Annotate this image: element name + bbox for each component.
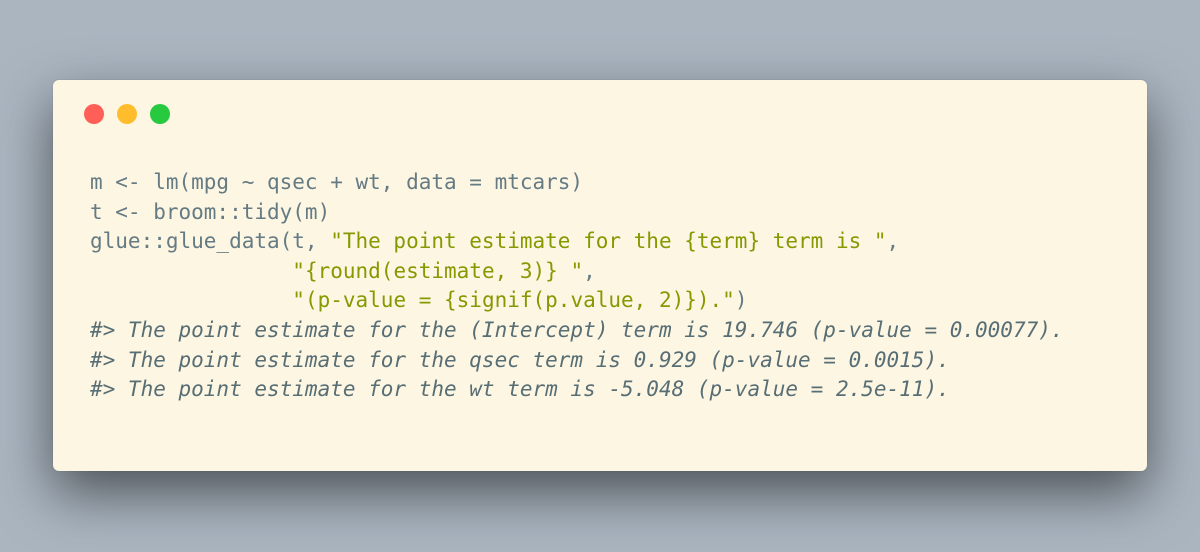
string-literal: "The point estimate for the {term} term … — [330, 229, 887, 254]
close-window-button[interactable] — [84, 104, 104, 124]
code-text: m <- lm(mpg ~ qsec + wt, data = mtcars) — [90, 170, 584, 194]
output-text: #> The point estimate for the wt term is… — [90, 377, 950, 402]
code-window: m <- lm(mpg ~ qsec + wt, data = mtcars) t… — [53, 80, 1147, 471]
output-line: #> The point estimate for the wt term is… — [90, 375, 1064, 405]
code-line: "(p-value = {signif(p.value, 2)}).") — [90, 286, 1064, 316]
code-text: glue::glue_data(t, — [90, 229, 331, 254]
string-literal: "{round(estimate, 3)} " — [292, 258, 584, 283]
code-text: , — [583, 258, 596, 283]
window-controls — [84, 104, 170, 124]
code-line: glue::glue_data(t, "The point estimate f… — [90, 227, 1064, 257]
code-text: t <- broom::tidy(m) — [90, 199, 331, 224]
code-line: m <- lm(mpg ~ qsec + wt, data = mtcars) — [90, 168, 1064, 198]
maximize-window-button[interactable] — [150, 104, 170, 124]
output-line: #> The point estimate for the (Intercept… — [90, 316, 1064, 346]
string-literal: "(p-value = {signif(p.value, 2)})." — [292, 288, 735, 313]
code-text: , — [886, 229, 900, 254]
minimize-window-button[interactable] — [117, 104, 137, 124]
output-text: #> The point estimate for the qsec term … — [90, 347, 950, 372]
output-line: #> The point estimate for the qsec term … — [90, 346, 1064, 376]
code-line: "{round(estimate, 3)} ", — [90, 257, 1064, 287]
code-text: ) — [734, 288, 748, 313]
code-block: m <- lm(mpg ~ qsec + wt, data = mtcars) t… — [90, 168, 1064, 405]
output-text: #> The point estimate for the (Intercept… — [90, 317, 1064, 342]
code-line: t <- broom::tidy(m) — [90, 198, 1064, 228]
